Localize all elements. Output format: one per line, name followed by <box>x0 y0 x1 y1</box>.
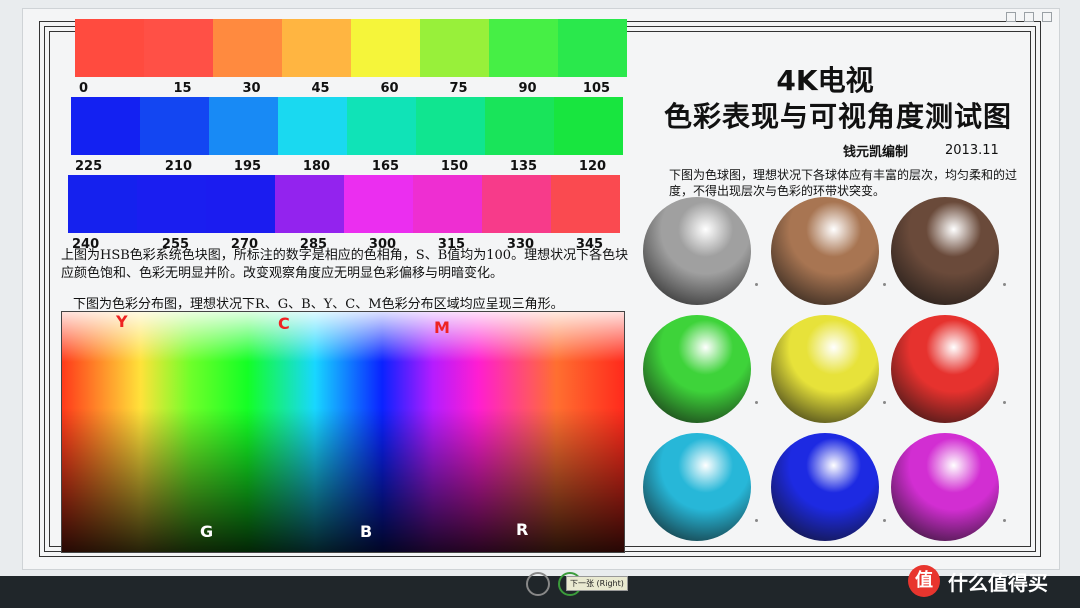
close-icon[interactable] <box>1042 12 1052 22</box>
next-image-tooltip: 下一张 (Right) <box>566 576 628 591</box>
hsb-cell <box>420 19 489 77</box>
hue-label: 75 <box>449 81 468 96</box>
hsb-cell <box>213 19 282 77</box>
hue-label: 225 <box>75 159 103 174</box>
hue-label: 210 <box>164 159 193 174</box>
previous-image-button[interactable] <box>526 572 550 596</box>
sphere-yellow <box>771 315 879 423</box>
window-controls <box>1006 12 1052 22</box>
hsb-cell <box>282 19 351 77</box>
hsb-strip-row3 <box>68 175 620 233</box>
hue-label: 105 <box>582 81 611 96</box>
hsb-cell <box>206 175 275 233</box>
dist-label-g: G <box>200 522 214 541</box>
page-title: 色彩表现与可视角度测试图 <box>663 100 1012 133</box>
hsb-labels-row2: 225 210 195 180 165 150 135 120 <box>71 159 627 174</box>
hsb-cell <box>344 175 413 233</box>
color-distribution-panel <box>61 311 625 553</box>
sphere-marker <box>1003 283 1006 286</box>
hsb-cell <box>554 97 623 155</box>
sphere-marker <box>755 401 758 404</box>
sphere-marker <box>1003 519 1006 522</box>
hue-label: 135 <box>509 159 538 174</box>
sphere-marker <box>1003 401 1006 404</box>
sphere-green <box>643 315 751 423</box>
hue-label: 0 <box>79 81 89 96</box>
watermark: 值 什么值得买 <box>908 565 1048 597</box>
sphere-gray <box>643 197 751 305</box>
hue-label: 45 <box>311 81 330 96</box>
hsb-cell <box>68 175 137 233</box>
test-chart-image: 0 15 30 45 60 75 90 105 225 210 195 180 165 150 135 12… <box>22 8 1060 570</box>
sphere-marker <box>883 519 886 522</box>
hsb-strip-row2 <box>71 97 623 155</box>
sphere-brown <box>771 197 879 305</box>
hsb-cell <box>482 175 551 233</box>
hsb-cell <box>347 97 416 155</box>
watermark-badge-icon: 值 <box>908 565 940 597</box>
dist-label-b: B <box>360 522 373 541</box>
sphere-dark-brown <box>891 197 999 305</box>
hsb-strip-row1 <box>75 19 627 77</box>
sphere-magenta <box>891 433 999 541</box>
hsb-cell <box>71 97 140 155</box>
maximize-icon[interactable] <box>1024 12 1034 22</box>
sphere-red <box>891 315 999 423</box>
hsb-cell <box>558 19 627 77</box>
sphere-marker <box>755 283 758 286</box>
hsb-description: 上图为HSB色彩系统色块图，所标注的数字是相应的色相角，S、B值均为100。理想… <box>61 248 629 281</box>
sphere-marker <box>883 401 886 404</box>
watermark-text: 什么值得买 <box>948 570 1048 595</box>
hsb-cell <box>275 175 344 233</box>
dist-label-r: R <box>516 520 529 539</box>
hue-label: 90 <box>518 81 537 96</box>
dist-label-m: M <box>434 318 450 337</box>
hsb-cell <box>144 19 213 77</box>
hsb-cell <box>137 175 206 233</box>
dist-label-y: Y <box>116 312 128 331</box>
sphere-description: 下图为色球图，理想状况下各球体应有丰富的层次，均匀柔和的过度，不得出现层次与色彩… <box>669 168 1018 198</box>
monitor-screen: 0 15 30 45 60 75 90 105 225 210 195 180 165 150 135 12… <box>0 0 1080 576</box>
hsb-cell <box>551 175 620 233</box>
hue-label: 60 <box>380 81 399 96</box>
minimize-icon[interactable] <box>1006 12 1016 22</box>
sphere-cyan <box>643 433 751 541</box>
hsb-cell <box>489 19 558 77</box>
hue-label: 120 <box>578 159 607 174</box>
hsb-cell <box>416 97 485 155</box>
distribution-description: 下图为色彩分布图，理想状况下R、G、B、Y、C、M色彩分布区域均应呈现三角形。 <box>73 297 564 312</box>
hsb-cell <box>209 97 278 155</box>
hue-label: 15 <box>173 81 192 96</box>
hsb-cell <box>140 97 209 155</box>
hsb-cell <box>413 175 482 233</box>
hue-label: 180 <box>302 159 331 174</box>
hue-label: 30 <box>242 81 261 96</box>
sphere-blue <box>771 433 879 541</box>
hue-label: 165 <box>371 159 400 174</box>
hue-label: 195 <box>233 159 262 174</box>
date: 2013.11 <box>945 143 999 158</box>
hsb-labels-row1: 0 15 30 45 60 75 90 105 <box>75 81 631 96</box>
hsb-cell <box>75 19 144 77</box>
hsb-cell <box>278 97 347 155</box>
hue-label: 150 <box>440 159 469 174</box>
sphere-marker <box>755 519 758 522</box>
dist-label-c: C <box>278 314 290 333</box>
author: 钱元凯编制 <box>843 145 909 160</box>
sphere-marker <box>883 283 886 286</box>
hsb-cell <box>351 19 420 77</box>
hsb-cell <box>485 97 554 155</box>
title-top: 4K电视 <box>776 64 874 97</box>
